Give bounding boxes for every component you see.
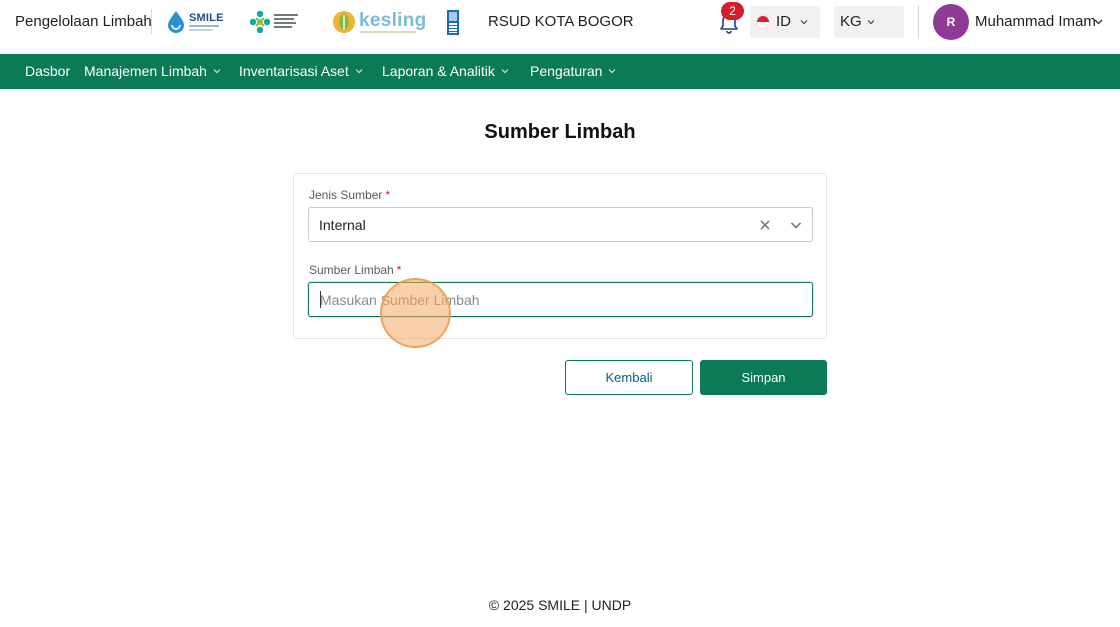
- smile-drop-icon: [168, 11, 184, 33]
- nav-item-label: Inventarisasi Aset: [239, 63, 349, 79]
- user-menu-chevron-icon[interactable]: [1094, 18, 1103, 26]
- sumber-limbah-label: Sumber Limbah *: [309, 263, 402, 277]
- undp-logo: [447, 10, 459, 35]
- nav-item-inventarisasi-aset[interactable]: Inventarisasi Aset: [239, 63, 363, 80]
- chevron-down-icon: [355, 69, 363, 74]
- jenis-sumber-select[interactable]: Internal: [308, 207, 813, 242]
- clear-icon[interactable]: [758, 218, 772, 232]
- top-header: Pengelolaan Limbah SMILE kesling RSUD KO…: [0, 0, 1120, 54]
- jenis-sumber-label: Jenis Sumber *: [309, 188, 391, 202]
- notification-count-badge: 2: [721, 2, 744, 20]
- nav-item-label: Dasbor: [25, 63, 71, 79]
- language-select[interactable]: ID: [750, 6, 820, 38]
- user-name[interactable]: Muhammad Imam: [975, 13, 1096, 31]
- kesling-logo: kesling: [332, 9, 426, 35]
- footer-text: © 2025 SMILE | UNDP: [488, 597, 632, 613]
- chevron-down-icon: [867, 20, 875, 25]
- nav-item-label: Pengaturan: [530, 63, 603, 79]
- sumber-limbah-input[interactable]: [308, 282, 813, 317]
- header-divider: [918, 5, 919, 39]
- required-mark: *: [385, 188, 391, 202]
- nav-item-label: Manajemen Limbah: [84, 63, 207, 79]
- chevron-down-icon[interactable]: [790, 219, 802, 231]
- save-button[interactable]: Simpan: [700, 360, 827, 395]
- chevron-down-icon: [800, 20, 808, 25]
- header-divider: [151, 9, 152, 34]
- nav-item-dasbor[interactable]: Dasbor: [25, 63, 70, 80]
- sumber-limbah-form: Jenis Sumber * Internal Sumber Limbah *: [293, 173, 827, 339]
- smile-logo: SMILE: [166, 9, 224, 35]
- nav-item-label: Laporan & Analitik: [382, 63, 495, 79]
- nav-item-pengaturan[interactable]: Pengaturan: [530, 63, 616, 80]
- required-mark: *: [396, 263, 402, 277]
- smile-logo-text: SMILE: [189, 12, 224, 24]
- kemenkes-logo: [248, 9, 304, 35]
- app-name: Pengelolaan Limbah: [15, 13, 152, 30]
- page-title: Sumber Limbah: [484, 121, 636, 143]
- indonesia-flag-icon: [756, 15, 770, 29]
- unit-select[interactable]: KG: [834, 6, 904, 38]
- kemenkes-emblem-icon: [249, 10, 271, 34]
- chevron-down-icon: [501, 69, 509, 74]
- main-nav: Dasbor Manajemen Limbah Inventarisasi As…: [0, 54, 1120, 89]
- nav-item-manajemen-limbah[interactable]: Manajemen Limbah: [84, 63, 221, 80]
- organization-name: RSUD KOTA BOGOR: [488, 13, 634, 30]
- jenis-sumber-value: Internal: [319, 217, 366, 233]
- unit-value: KG: [840, 13, 862, 30]
- kesling-logo-text: kesling: [359, 10, 427, 31]
- chevron-down-icon: [608, 69, 616, 74]
- text-caret: [320, 291, 321, 308]
- language-value: ID: [776, 13, 791, 30]
- back-button[interactable]: Kembali: [565, 360, 693, 395]
- nav-item-laporan-analitik[interactable]: Laporan & Analitik: [382, 63, 509, 80]
- user-avatar[interactable]: R: [933, 4, 969, 40]
- chevron-down-icon: [213, 69, 221, 74]
- kesling-leaf-icon: [333, 11, 355, 33]
